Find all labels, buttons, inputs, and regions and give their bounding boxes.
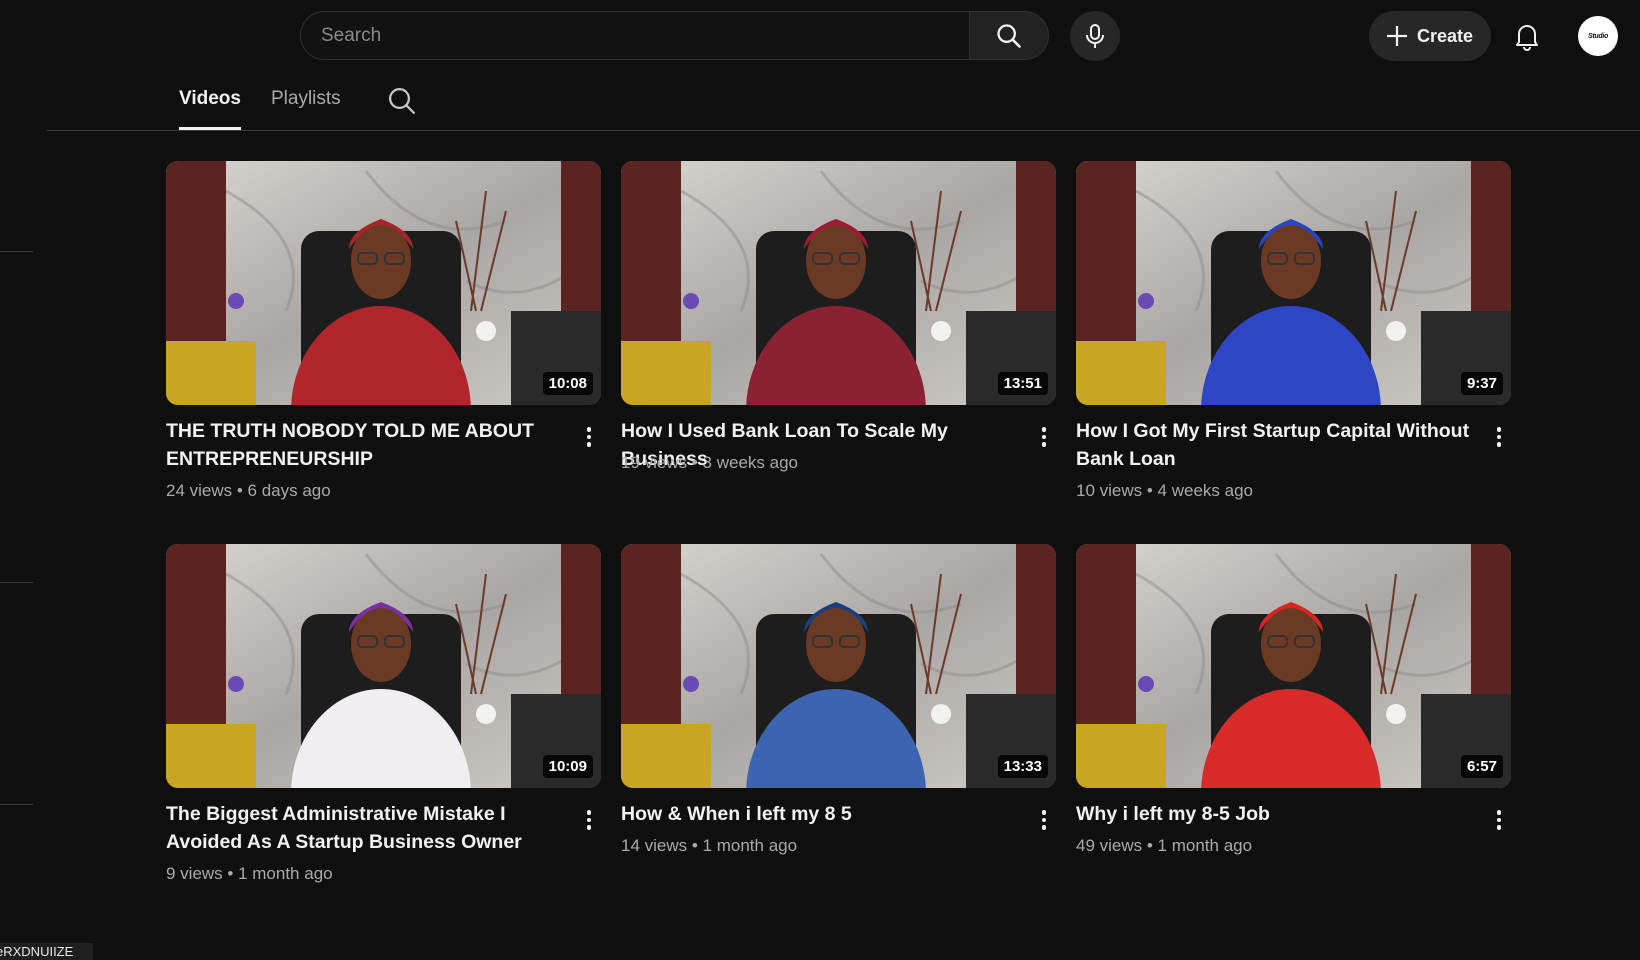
dot xyxy=(1041,825,1047,830)
more-options-button[interactable] xyxy=(577,806,601,834)
status-url-text: eRXDNUIIZE xyxy=(0,943,93,960)
video-thumbnail[interactable]: 10:08 xyxy=(166,161,601,405)
search-input[interactable] xyxy=(321,24,969,47)
video-title-line: Why i left my 8-5 Job xyxy=(1076,803,1270,825)
video-card[interactable]: 13:33 How & When i left my 8 5 14 views … xyxy=(621,544,1056,855)
video-duration: 13:33 xyxy=(997,755,1048,778)
video-title-line: The Biggest Administrative Mistake I xyxy=(166,803,506,825)
video-duration: 9:37 xyxy=(1460,372,1503,395)
video-meta: 10 views • 4 weeks ago xyxy=(1076,481,1253,500)
bell-icon xyxy=(1516,25,1538,51)
tab-playlists[interactable]: Playlists xyxy=(271,88,341,130)
video-meta: 24 views • 6 days ago xyxy=(166,481,331,500)
video-meta: 19 views • 3 weeks ago xyxy=(621,453,798,472)
video-title-line: Avoided As A Startup Business Owner xyxy=(166,831,522,853)
video-card[interactable]: 10:08 THE TRUTH NOBODY TOLD ME ABOUT ENTR… xyxy=(166,161,601,500)
dot xyxy=(1041,434,1047,440)
dot xyxy=(586,427,592,432)
dot xyxy=(1496,825,1502,830)
video-card[interactable]: 6:57 Why i left my 8-5 Job 49 views • 1 … xyxy=(1076,544,1511,855)
create-label: Create xyxy=(1417,25,1474,46)
search-button[interactable] xyxy=(970,11,1049,60)
sidebar-divider xyxy=(0,804,33,805)
dot xyxy=(1041,810,1047,815)
thumbnail-image xyxy=(1076,544,1511,788)
video-thumbnail[interactable]: 9:37 xyxy=(1076,161,1511,405)
more-options-button[interactable] xyxy=(1032,423,1056,451)
video-title[interactable]: THE TRUTH NOBODY TOLD ME ABOUT ENTREPRENE… xyxy=(166,417,561,473)
dot xyxy=(586,442,592,447)
video-card[interactable]: 9:37 How I Got My First Startup Capital … xyxy=(1076,161,1511,500)
more-options-button[interactable] xyxy=(577,423,601,451)
video-thumbnail[interactable]: 6:57 xyxy=(1076,544,1511,788)
dot xyxy=(1496,434,1502,440)
video-title-line: Bank Loan xyxy=(1076,448,1176,470)
video-meta: 49 views • 1 month ago xyxy=(1076,836,1253,855)
video-card[interactable]: 10:09 The Biggest Administrative Mistake… xyxy=(166,544,601,883)
search-box[interactable] xyxy=(300,11,970,60)
video-thumbnail[interactable]: 10:09 xyxy=(166,544,601,788)
video-title[interactable]: How & When i left my 8 5 xyxy=(621,800,1016,828)
video-duration: 6:57 xyxy=(1460,755,1503,778)
notifications-button[interactable] xyxy=(1506,14,1548,58)
dot xyxy=(586,817,592,823)
video-duration: 10:08 xyxy=(542,372,593,395)
video-card[interactable]: 13:51 How I Used Bank Loan To Scale My B… xyxy=(621,161,1056,472)
video-title-line: ENTREPRENEURSHIP xyxy=(166,448,373,470)
dot xyxy=(1041,817,1047,823)
create-button[interactable]: Create xyxy=(1369,11,1491,61)
video-title[interactable]: The Biggest Administrative Mistake I Avoi… xyxy=(166,800,561,856)
microphone-icon xyxy=(1086,24,1104,48)
more-options-button[interactable] xyxy=(1487,806,1511,834)
more-options-button[interactable] xyxy=(1487,423,1511,451)
dot xyxy=(586,810,592,815)
tab-videos[interactable]: Videos xyxy=(179,88,241,130)
video-title-line: How & When i left my 8 5 xyxy=(621,803,852,825)
channel-tabs: Videos Playlists xyxy=(47,70,1640,131)
thumbnail-image xyxy=(621,544,1056,788)
plus-icon xyxy=(1387,26,1407,46)
thumbnail-image xyxy=(621,161,1056,405)
dot xyxy=(1041,442,1047,447)
more-options-button[interactable] xyxy=(1032,806,1056,834)
video-title-line: How I Got My First Startup Capital Witho… xyxy=(1076,420,1470,442)
avatar-text: Studio xyxy=(1588,32,1608,40)
avatar[interactable]: Studio xyxy=(1578,16,1618,56)
sidebar-divider xyxy=(0,582,33,583)
dot xyxy=(1496,810,1502,815)
dot xyxy=(1041,427,1047,432)
video-thumbnail[interactable]: 13:33 xyxy=(621,544,1056,788)
dot xyxy=(1496,817,1502,823)
search-icon[interactable] xyxy=(387,86,417,116)
voice-search-button[interactable] xyxy=(1070,11,1120,61)
dot xyxy=(586,825,592,830)
video-title[interactable]: How I Got My First Startup Capital Witho… xyxy=(1076,417,1471,473)
thumbnail-image xyxy=(1076,161,1511,405)
dot xyxy=(1496,442,1502,447)
thumbnail-image xyxy=(166,161,601,405)
video-thumbnail[interactable]: 13:51 xyxy=(621,161,1056,405)
video-meta: 9 views • 1 month ago xyxy=(166,864,333,883)
dot xyxy=(1496,427,1502,432)
video-title-line: THE TRUTH NOBODY TOLD ME ABOUT xyxy=(166,420,534,442)
dot xyxy=(586,434,592,440)
thumbnail-image xyxy=(166,544,601,788)
video-title[interactable]: Why i left my 8-5 Job xyxy=(1076,800,1471,828)
top-bar: Create Studio xyxy=(0,0,1640,70)
video-meta: 14 views • 1 month ago xyxy=(621,836,798,855)
sidebar-divider xyxy=(0,251,33,252)
video-duration: 13:51 xyxy=(997,372,1048,395)
video-duration: 10:09 xyxy=(542,755,593,778)
search-icon xyxy=(997,23,1021,48)
